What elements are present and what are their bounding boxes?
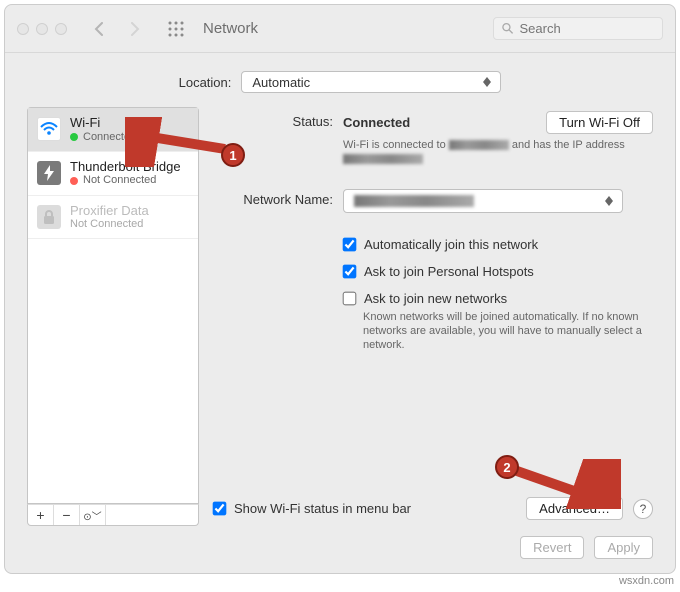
ask-new-networks-checkbox[interactable]: Ask to join new networks — [343, 291, 653, 306]
chevron-up-down-icon — [480, 77, 494, 87]
advanced-button[interactable]: Advanced… — [526, 497, 623, 520]
status-dot-icon — [70, 133, 78, 141]
location-row: Location: Automatic — [5, 53, 675, 107]
traffic-lights — [17, 23, 67, 35]
search-field[interactable] — [493, 17, 663, 40]
status-row: Status: Connected Turn Wi-Fi Off Wi-Fi i… — [213, 111, 653, 167]
content: Wi-Fi Connected Thunderbolt Bridge Not C… — [5, 107, 675, 526]
network-name-select[interactable] — [343, 189, 623, 213]
close-window-button[interactable] — [17, 23, 29, 35]
wifi-icon — [37, 117, 61, 141]
thunderbolt-icon — [37, 161, 61, 185]
status-value: Connected — [343, 115, 410, 130]
detail-panel: Status: Connected Turn Wi-Fi Off Wi-Fi i… — [213, 107, 653, 526]
status-dot-icon — [70, 177, 78, 185]
add-service-button[interactable]: + — [28, 505, 54, 525]
ask-new-input[interactable] — [343, 291, 357, 305]
sidebar-item-status: Connected — [83, 131, 136, 144]
auto-join-input[interactable] — [343, 237, 357, 251]
network-name-row: Network Name: — [213, 189, 653, 213]
service-list: Wi-Fi Connected Thunderbolt Bridge Not C… — [27, 107, 199, 504]
search-icon — [502, 22, 514, 35]
ask-new-subtext: Known networks will be joined automatica… — [363, 310, 653, 353]
auto-join-checkbox[interactable]: Automatically join this network — [343, 237, 653, 252]
status-description: Wi-Fi is connected to and has the IP add… — [343, 138, 653, 167]
detail-bottom-row: Show Wi-Fi status in menu bar Advanced… … — [213, 487, 653, 526]
prefs-window: Network Location: Automatic — [4, 4, 676, 574]
location-label: Location: — [179, 75, 232, 90]
search-input[interactable] — [520, 21, 655, 36]
turn-wifi-off-button[interactable]: Turn Wi-Fi Off — [546, 111, 653, 134]
sidebar-item-wifi[interactable]: Wi-Fi Connected — [28, 108, 198, 152]
back-button[interactable] — [85, 17, 113, 41]
checkbox-label: Show Wi-Fi status in menu bar — [234, 501, 411, 516]
sidebar-item-thunderbolt[interactable]: Thunderbolt Bridge Not Connected — [28, 152, 198, 196]
checkbox-group: Automatically join this network Ask to j… — [213, 237, 653, 353]
sidebar-item-label: Proxifier Data — [70, 203, 149, 219]
sidebar-item-label: Wi-Fi — [70, 115, 136, 131]
help-button[interactable]: ? — [633, 499, 653, 519]
sidebar-item-status: Not Connected — [83, 174, 156, 187]
redacted-ip — [343, 154, 423, 164]
location-value: Automatic — [252, 75, 310, 90]
window-title: Network — [203, 20, 258, 37]
redacted-network-name — [354, 195, 474, 207]
checkbox-label: Automatically join this network — [364, 237, 538, 252]
personal-hotspots-checkbox[interactable]: Ask to join Personal Hotspots — [343, 264, 653, 279]
checkbox-label: Ask to join new networks — [364, 291, 507, 306]
sidebar-item-label: Thunderbolt Bridge — [70, 159, 181, 175]
service-actions-button[interactable]: ⊙﹀ — [80, 505, 106, 525]
lock-icon — [37, 205, 61, 229]
window-footer: Revert Apply — [5, 526, 675, 573]
minimize-window-button[interactable] — [36, 23, 48, 35]
status-label: Status: — [213, 111, 333, 129]
forward-button[interactable] — [121, 17, 149, 41]
show-menu-checkbox[interactable]: Show Wi-Fi status in menu bar — [213, 501, 411, 516]
sidebar-footer: + − ⊙﹀ — [27, 504, 199, 526]
personal-hotspots-input[interactable] — [343, 264, 357, 278]
sidebar-column: Wi-Fi Connected Thunderbolt Bridge Not C… — [27, 107, 199, 526]
chevron-up-down-icon — [602, 196, 616, 206]
watermark: wsxdn.com — [619, 575, 674, 587]
network-name-label: Network Name: — [213, 189, 333, 207]
sidebar-item-proxifier[interactable]: Proxifier Data Not Connected — [28, 196, 198, 240]
titlebar: Network — [5, 5, 675, 53]
sidebar-item-status: Not Connected — [70, 218, 143, 231]
checkbox-label: Ask to join Personal Hotspots — [364, 264, 534, 279]
redacted-ssid — [449, 140, 509, 150]
apply-button[interactable]: Apply — [594, 536, 653, 559]
show-all-icon[interactable] — [167, 20, 185, 38]
zoom-window-button[interactable] — [55, 23, 67, 35]
show-menu-input[interactable] — [213, 502, 227, 516]
remove-service-button[interactable]: − — [54, 505, 80, 525]
revert-button[interactable]: Revert — [520, 536, 584, 559]
location-select[interactable]: Automatic — [241, 71, 501, 93]
